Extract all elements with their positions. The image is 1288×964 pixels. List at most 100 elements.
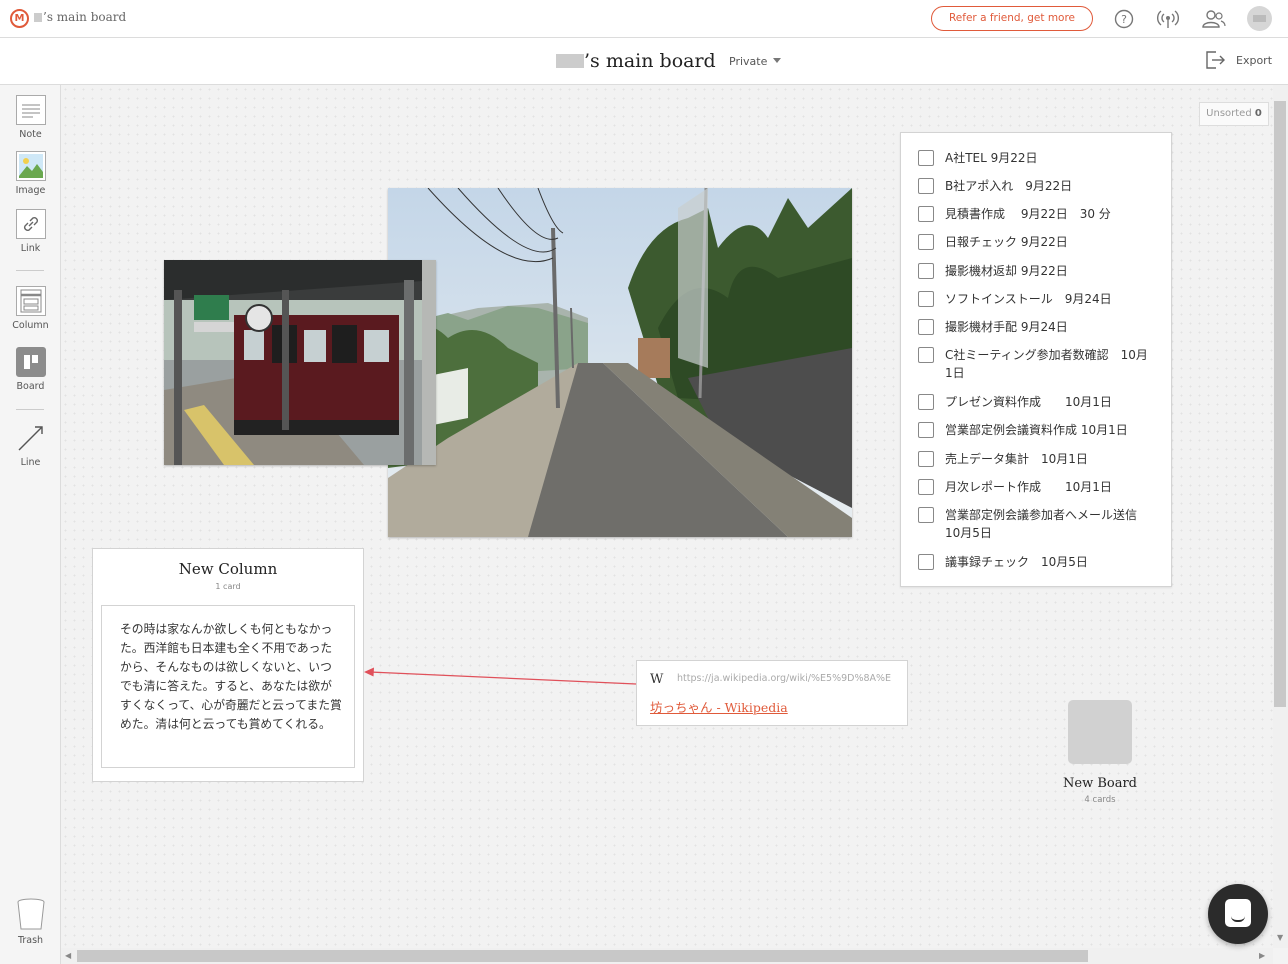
tool-label: Line [20, 457, 41, 468]
board-card-title[interactable]: New Board [1040, 776, 1160, 791]
trash-button[interactable]: Trash [0, 897, 61, 946]
unsorted-button[interactable]: Unsorted 0 [1199, 102, 1269, 126]
todo-text[interactable]: 見積書作成 9月22日 30 分 [945, 205, 1155, 223]
privacy-dropdown[interactable]: Private [729, 55, 782, 68]
todo-checkbox[interactable] [918, 206, 934, 222]
board-card-count: 4 cards [1084, 795, 1116, 805]
todo-list-card[interactable]: A社TEL 9月22日 B社アポ入れ 9月22日 見積書作成 9月22日 30 … [900, 132, 1172, 587]
todo-text[interactable]: 月次レポート作成 10月1日 [945, 478, 1155, 496]
note-icon [15, 95, 46, 125]
unsorted-count: 0 [1254, 108, 1262, 119]
todo-checkbox[interactable] [918, 554, 934, 570]
todo-checkbox[interactable] [918, 291, 934, 307]
horizontal-scroll-thumb[interactable] [77, 950, 1088, 962]
toolbar-divider [16, 270, 44, 271]
board-icon [15, 347, 46, 377]
chat-support-button[interactable] [1208, 884, 1268, 944]
unsorted-label: Unsorted [1206, 108, 1252, 119]
column-card[interactable]: New Column 1 card その時は家なんか欲しくも何ともなかった。西洋… [92, 548, 364, 782]
todo-text[interactable]: ソフトインストール 9月24日 [945, 290, 1155, 308]
trash-label: Trash [17, 935, 44, 946]
todo-checkbox[interactable] [918, 451, 934, 467]
vertical-scrollbar[interactable]: ▼ [1273, 85, 1288, 948]
link-icon [15, 209, 46, 239]
scroll-down-arrow-icon[interactable]: ▼ [1277, 933, 1283, 942]
tool-label: Note [19, 129, 42, 140]
breadcrumb[interactable]: ’s main board [34, 10, 126, 24]
todo-text[interactable]: B社アポ入れ 9月22日 [945, 177, 1155, 195]
todo-checkbox[interactable] [918, 263, 934, 279]
todo-checkbox[interactable] [918, 178, 934, 194]
arrowhead-icon [364, 667, 374, 677]
vertical-scroll-thumb[interactable] [1274, 101, 1286, 707]
board-card-icon[interactable] [1068, 700, 1132, 764]
redacted-name [556, 54, 584, 68]
top-bar: M ’s main board Refer a friend, get more… [0, 0, 1288, 47]
todo-text[interactable]: C社ミーティング参加者数確認 10月1日 [945, 346, 1155, 382]
export-icon[interactable] [1204, 49, 1226, 71]
export-button[interactable]: Export [1236, 54, 1272, 67]
todo-text[interactable]: 営業部定例会議資料作成 10月1日 [945, 421, 1155, 439]
train-photo-card[interactable] [164, 260, 436, 465]
share-users-icon[interactable] [1202, 9, 1226, 29]
wikipedia-w-icon: W [650, 672, 664, 687]
tool-label: Column [12, 320, 49, 331]
note-card[interactable]: その時は家なんか欲しくも何ともなかった。西洋館も日本建も全く不用であったから、そ… [101, 605, 355, 768]
tool-column[interactable]: Column [0, 286, 61, 331]
tool-note[interactable]: Note [0, 95, 61, 140]
column-title[interactable]: New Column [93, 560, 363, 578]
todo-checkbox[interactable] [918, 422, 934, 438]
scroll-right-arrow-icon[interactable]: ▶ [1259, 951, 1265, 960]
board-header: ’s main board Private Export [0, 38, 1288, 85]
page-title-label: ’s main board [584, 50, 716, 72]
train-photo [164, 260, 436, 465]
milanote-logo-icon[interactable]: M [10, 9, 29, 28]
todo-text[interactable]: 営業部定例会議参加者へメール送信 10月5日 [945, 506, 1155, 542]
tool-board[interactable]: Board [0, 347, 61, 392]
todo-checkbox[interactable] [918, 394, 934, 410]
avatar[interactable] [1247, 6, 1272, 31]
connector-line[interactable] [360, 664, 640, 688]
note-text[interactable]: その時は家なんか欲しくも何ともなかった。西洋館も日本建も全く不用であったから、そ… [120, 620, 342, 734]
todo-text[interactable]: 議事録チェック 10月5日 [945, 553, 1155, 571]
tool-sidebar: Note Image Link Column Board Line Trash [0, 85, 61, 964]
todo-checkbox[interactable] [918, 319, 934, 335]
todo-checkbox[interactable] [918, 507, 934, 523]
link-card[interactable]: W https://ja.wikipedia.org/wiki/%E5%9D%8… [636, 660, 908, 726]
todo-checkbox[interactable] [918, 347, 934, 363]
todo-text[interactable]: 撮影機材返却 9月22日 [945, 262, 1155, 280]
todo-text[interactable]: 撮影機材手配 9月24日 [945, 318, 1155, 336]
line-icon [16, 423, 46, 453]
tool-line[interactable]: Line [0, 423, 61, 468]
redacted-name [34, 13, 42, 22]
page-title[interactable]: ’s main board [556, 50, 716, 72]
todo-checkbox[interactable] [918, 234, 934, 250]
chat-icon [1225, 899, 1251, 927]
todo-text[interactable]: 日報チェック 9月22日 [945, 233, 1155, 251]
tool-label: Board [16, 381, 45, 392]
refer-friend-button[interactable]: Refer a friend, get more space [931, 6, 1093, 47]
link-url: https://ja.wikipedia.org/wiki/%E5%9D%8A%… [677, 673, 892, 684]
column-icon [15, 286, 46, 316]
todo-checkbox[interactable] [918, 150, 934, 166]
scroll-left-arrow-icon[interactable]: ◀ [65, 951, 71, 960]
tool-label: Image [15, 185, 46, 196]
tool-image[interactable]: Image [0, 151, 61, 196]
toolbar-divider [16, 409, 44, 410]
tool-link[interactable]: Link [0, 209, 61, 254]
road-photo [388, 188, 852, 537]
activity-icon[interactable] [1157, 9, 1179, 29]
todo-checkbox[interactable] [918, 479, 934, 495]
tool-label: Link [20, 243, 41, 254]
todo-text[interactable]: プレゼン資料作成 10月1日 [945, 393, 1155, 411]
horizontal-scrollbar[interactable]: ◀ ▶ [61, 948, 1273, 964]
trash-icon [16, 897, 46, 931]
column-card-count: 1 card [215, 582, 241, 591]
todo-text[interactable]: 売上データ集計 10月1日 [945, 450, 1155, 468]
todo-text[interactable]: A社TEL 9月22日 [945, 149, 1155, 167]
link-title[interactable]: 坊っちゃん - Wikipedia [650, 697, 788, 716]
image-icon [15, 151, 46, 181]
svg-text:?: ? [1121, 13, 1127, 26]
road-photo-card[interactable] [388, 188, 852, 537]
help-icon[interactable]: ? [1114, 9, 1134, 29]
